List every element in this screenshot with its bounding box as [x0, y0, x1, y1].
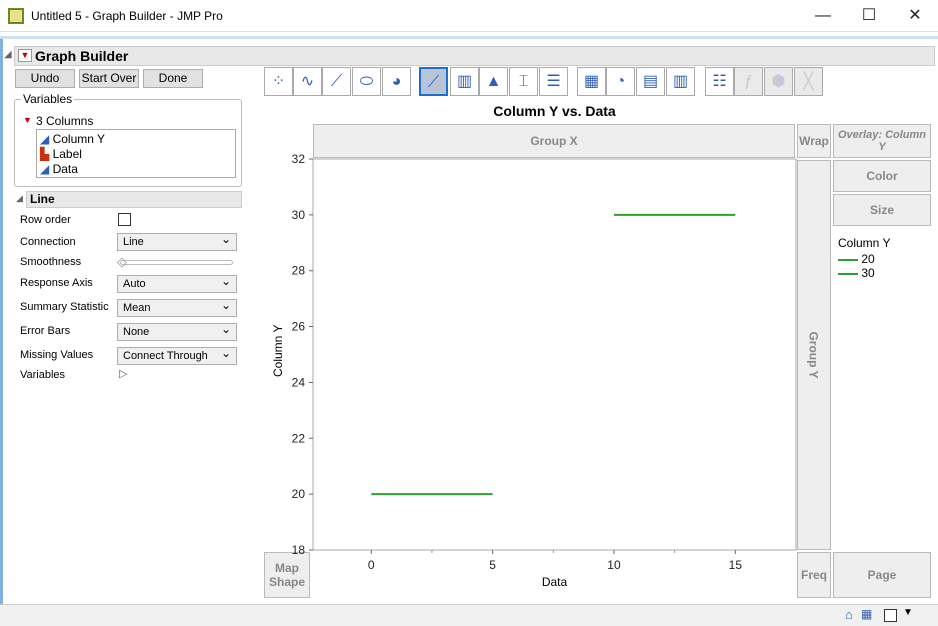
y-tick-label: 18 [292, 543, 306, 557]
y-tick-label: 26 [292, 320, 306, 334]
y-tick-label: 30 [292, 208, 306, 222]
dropdown-arrow-icon[interactable]: ▼ [903, 607, 913, 618]
x-tick-label: 15 [729, 558, 743, 572]
line-chart: 18 20 22 24 26 28 30 32 0 5 10 15 [292, 152, 797, 572]
y-tick-label: 24 [292, 375, 306, 389]
plot-frame [312, 158, 797, 551]
status-bar: ⌂ ▦ ▼ [0, 604, 938, 626]
y-axis-label: Column Y [271, 324, 285, 377]
y-tick-label: 20 [292, 487, 306, 501]
x-tick-label: 0 [368, 558, 375, 572]
y-tick-label: 22 [292, 431, 306, 445]
y-tick-label: 28 [292, 264, 306, 278]
home-icon[interactable]: ⌂ [845, 607, 853, 622]
y-tick-label: 32 [292, 152, 306, 166]
table-icon[interactable]: ▦ [861, 607, 872, 621]
window-list-icon[interactable] [884, 609, 897, 622]
x-axis-label: Data [541, 575, 568, 589]
x-tick-label: 5 [489, 558, 496, 572]
x-tick-label: 10 [607, 558, 621, 572]
